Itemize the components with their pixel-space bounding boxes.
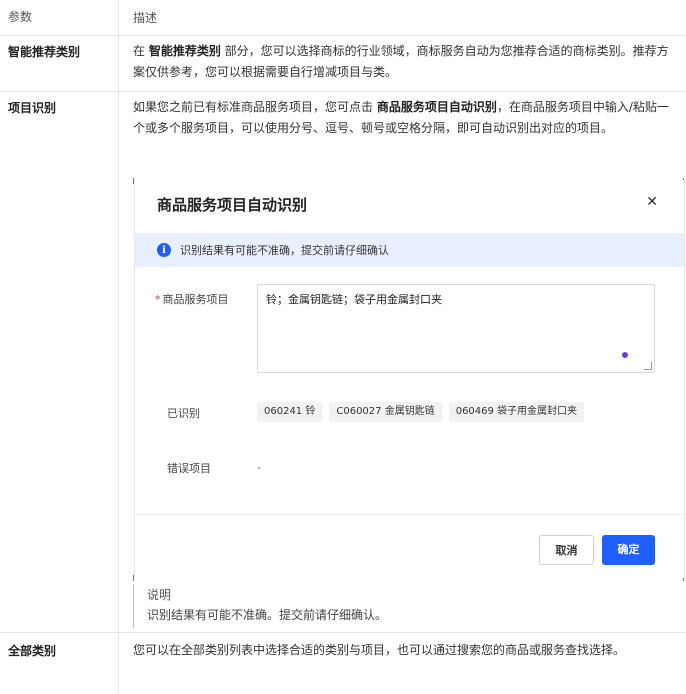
note-bar — [133, 584, 134, 628]
resize-handle-icon[interactable] — [644, 362, 652, 370]
recognized-tag: 060241 铃 — [257, 402, 323, 422]
service-items-textarea[interactable]: 铃；金属钥匙链；袋子用金属封口夹 — [257, 284, 655, 373]
desc-bold-text: 商品服务项目自动识别 — [376, 100, 497, 114]
table-row: 全部类别 您可以在全部类别列表中选择合适的类别与项目，也可以通过搜索您的商品或服… — [0, 633, 686, 693]
note-body: 识别结果有可能不准确。提交前请仔细确认。 — [147, 608, 388, 622]
required-mark: * — [155, 293, 161, 306]
table-header-row: 参数 描述 — [0, 0, 686, 36]
recognized-tag: C060027 金属钥匙链 — [329, 402, 442, 422]
close-icon[interactable]: ✕ — [646, 194, 658, 210]
desc-text: 如果您之前已有标准商品服务项目，您可点击 — [133, 100, 377, 114]
field-label: * 商品服务项目 — [155, 291, 229, 307]
desc-cell: 您可以在全部类别列表中选择合适的类别与项目，也可以通过搜索您的商品或服务查找选择… — [133, 643, 626, 657]
confirm-button[interactable]: 确定 — [602, 535, 655, 565]
note-title: 说明 — [147, 588, 172, 602]
desc-bold-text: 智能推荐类别 — [148, 44, 221, 58]
header-param: 参数 — [8, 10, 33, 24]
desc-text: 在 — [133, 44, 149, 58]
param-cell: 项目识别 — [8, 101, 57, 115]
param-cell: 智能推荐类别 — [8, 45, 81, 59]
auto-recognize-dialog: 商品服务项目自动识别 ✕ i 识别结果有可能不准确，提交前请仔细确认 * 商品服务… — [134, 180, 685, 578]
field-label-text: 商品服务项目 — [162, 293, 229, 306]
desc-cell: 在 智能推荐类别 部分，您可以选择商标的行业领域，商标服务自动为您推荐合适的商标… — [133, 41, 678, 83]
header-desc: 描述 — [133, 11, 158, 25]
dialog-footer-divider — [135, 514, 684, 515]
cancel-button[interactable]: 取消 — [539, 535, 594, 565]
recognized-tags: 060241 铃 C060027 金属钥匙链 060469 袋子用金属封口夹 — [257, 402, 585, 422]
error-value: - — [257, 461, 261, 474]
desc-cell: 如果您之前已有标准商品服务项目，您可点击 商品服务项目自动识别，在商品服务项目中… — [133, 97, 678, 139]
recognized-tag: 060469 袋子用金属封口夹 — [448, 402, 585, 422]
dialog-title: 商品服务项目自动识别 — [157, 196, 308, 214]
info-icon: i — [157, 243, 171, 257]
param-cell: 全部类别 — [8, 644, 57, 658]
info-alert: i 识别结果有可能不准确，提交前请仔细确认 — [135, 233, 684, 267]
table-row: 智能推荐类别 在 智能推荐类别 部分，您可以选择商标的行业领域，商标服务自动为您… — [0, 36, 686, 92]
textarea-value: 铃；金属钥匙链；袋子用金属封口夹 — [266, 293, 442, 306]
assistant-dot-icon — [622, 352, 628, 358]
alert-text: 识别结果有可能不准确，提交前请仔细确认 — [180, 244, 389, 257]
error-label: 错误项目 — [167, 462, 211, 475]
recognized-label: 已识别 — [167, 407, 200, 420]
